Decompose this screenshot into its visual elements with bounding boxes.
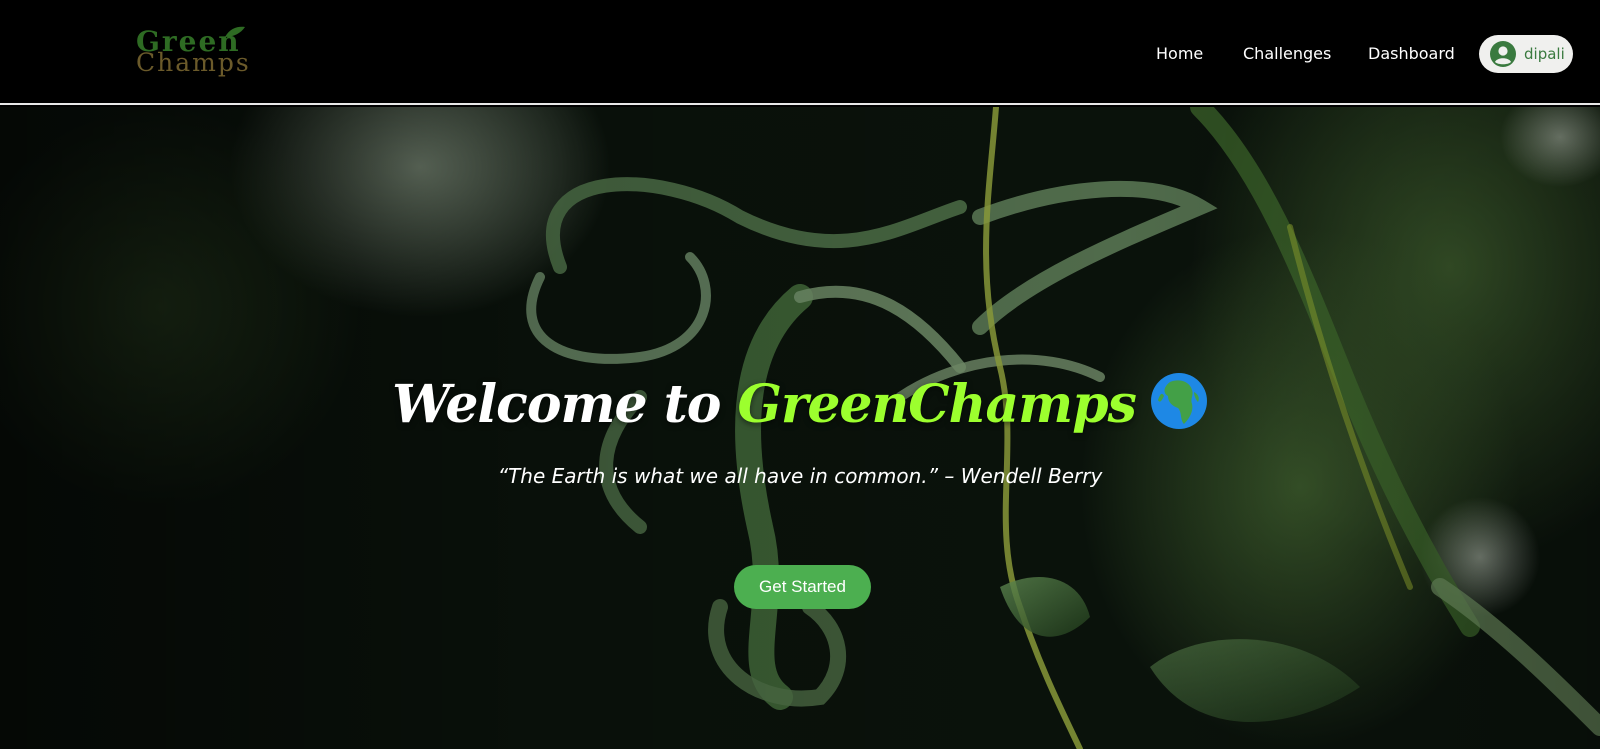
hero-title: Welcome to GreenChamps [0,372,1600,438]
nav-link-challenges[interactable]: Challenges [1243,38,1331,70]
get-started-button[interactable]: Get Started [734,565,871,609]
hero-section: Welcome to GreenChamps “The Earth is wha… [0,107,1600,749]
hero-quote: “The Earth is what we all have in common… [497,464,1103,488]
logo[interactable]: Green Champs [136,26,311,76]
logo-text-champs: Champs [136,48,251,77]
navbar: Green Champs Home Challenges Dashboard d… [0,0,1600,105]
nav-link-dashboard[interactable]: Dashboard [1368,38,1455,70]
nav-link-home[interactable]: Home [1156,38,1203,70]
globe-africa-icon [1150,373,1207,429]
hero-title-brand: GreenChamps [737,374,1137,435]
user-menu-button[interactable]: dipali [1479,35,1573,73]
user-name: dipali [1524,45,1565,63]
account-circle-icon [1490,41,1516,67]
hero-title-prefix: Welcome to [392,374,738,435]
